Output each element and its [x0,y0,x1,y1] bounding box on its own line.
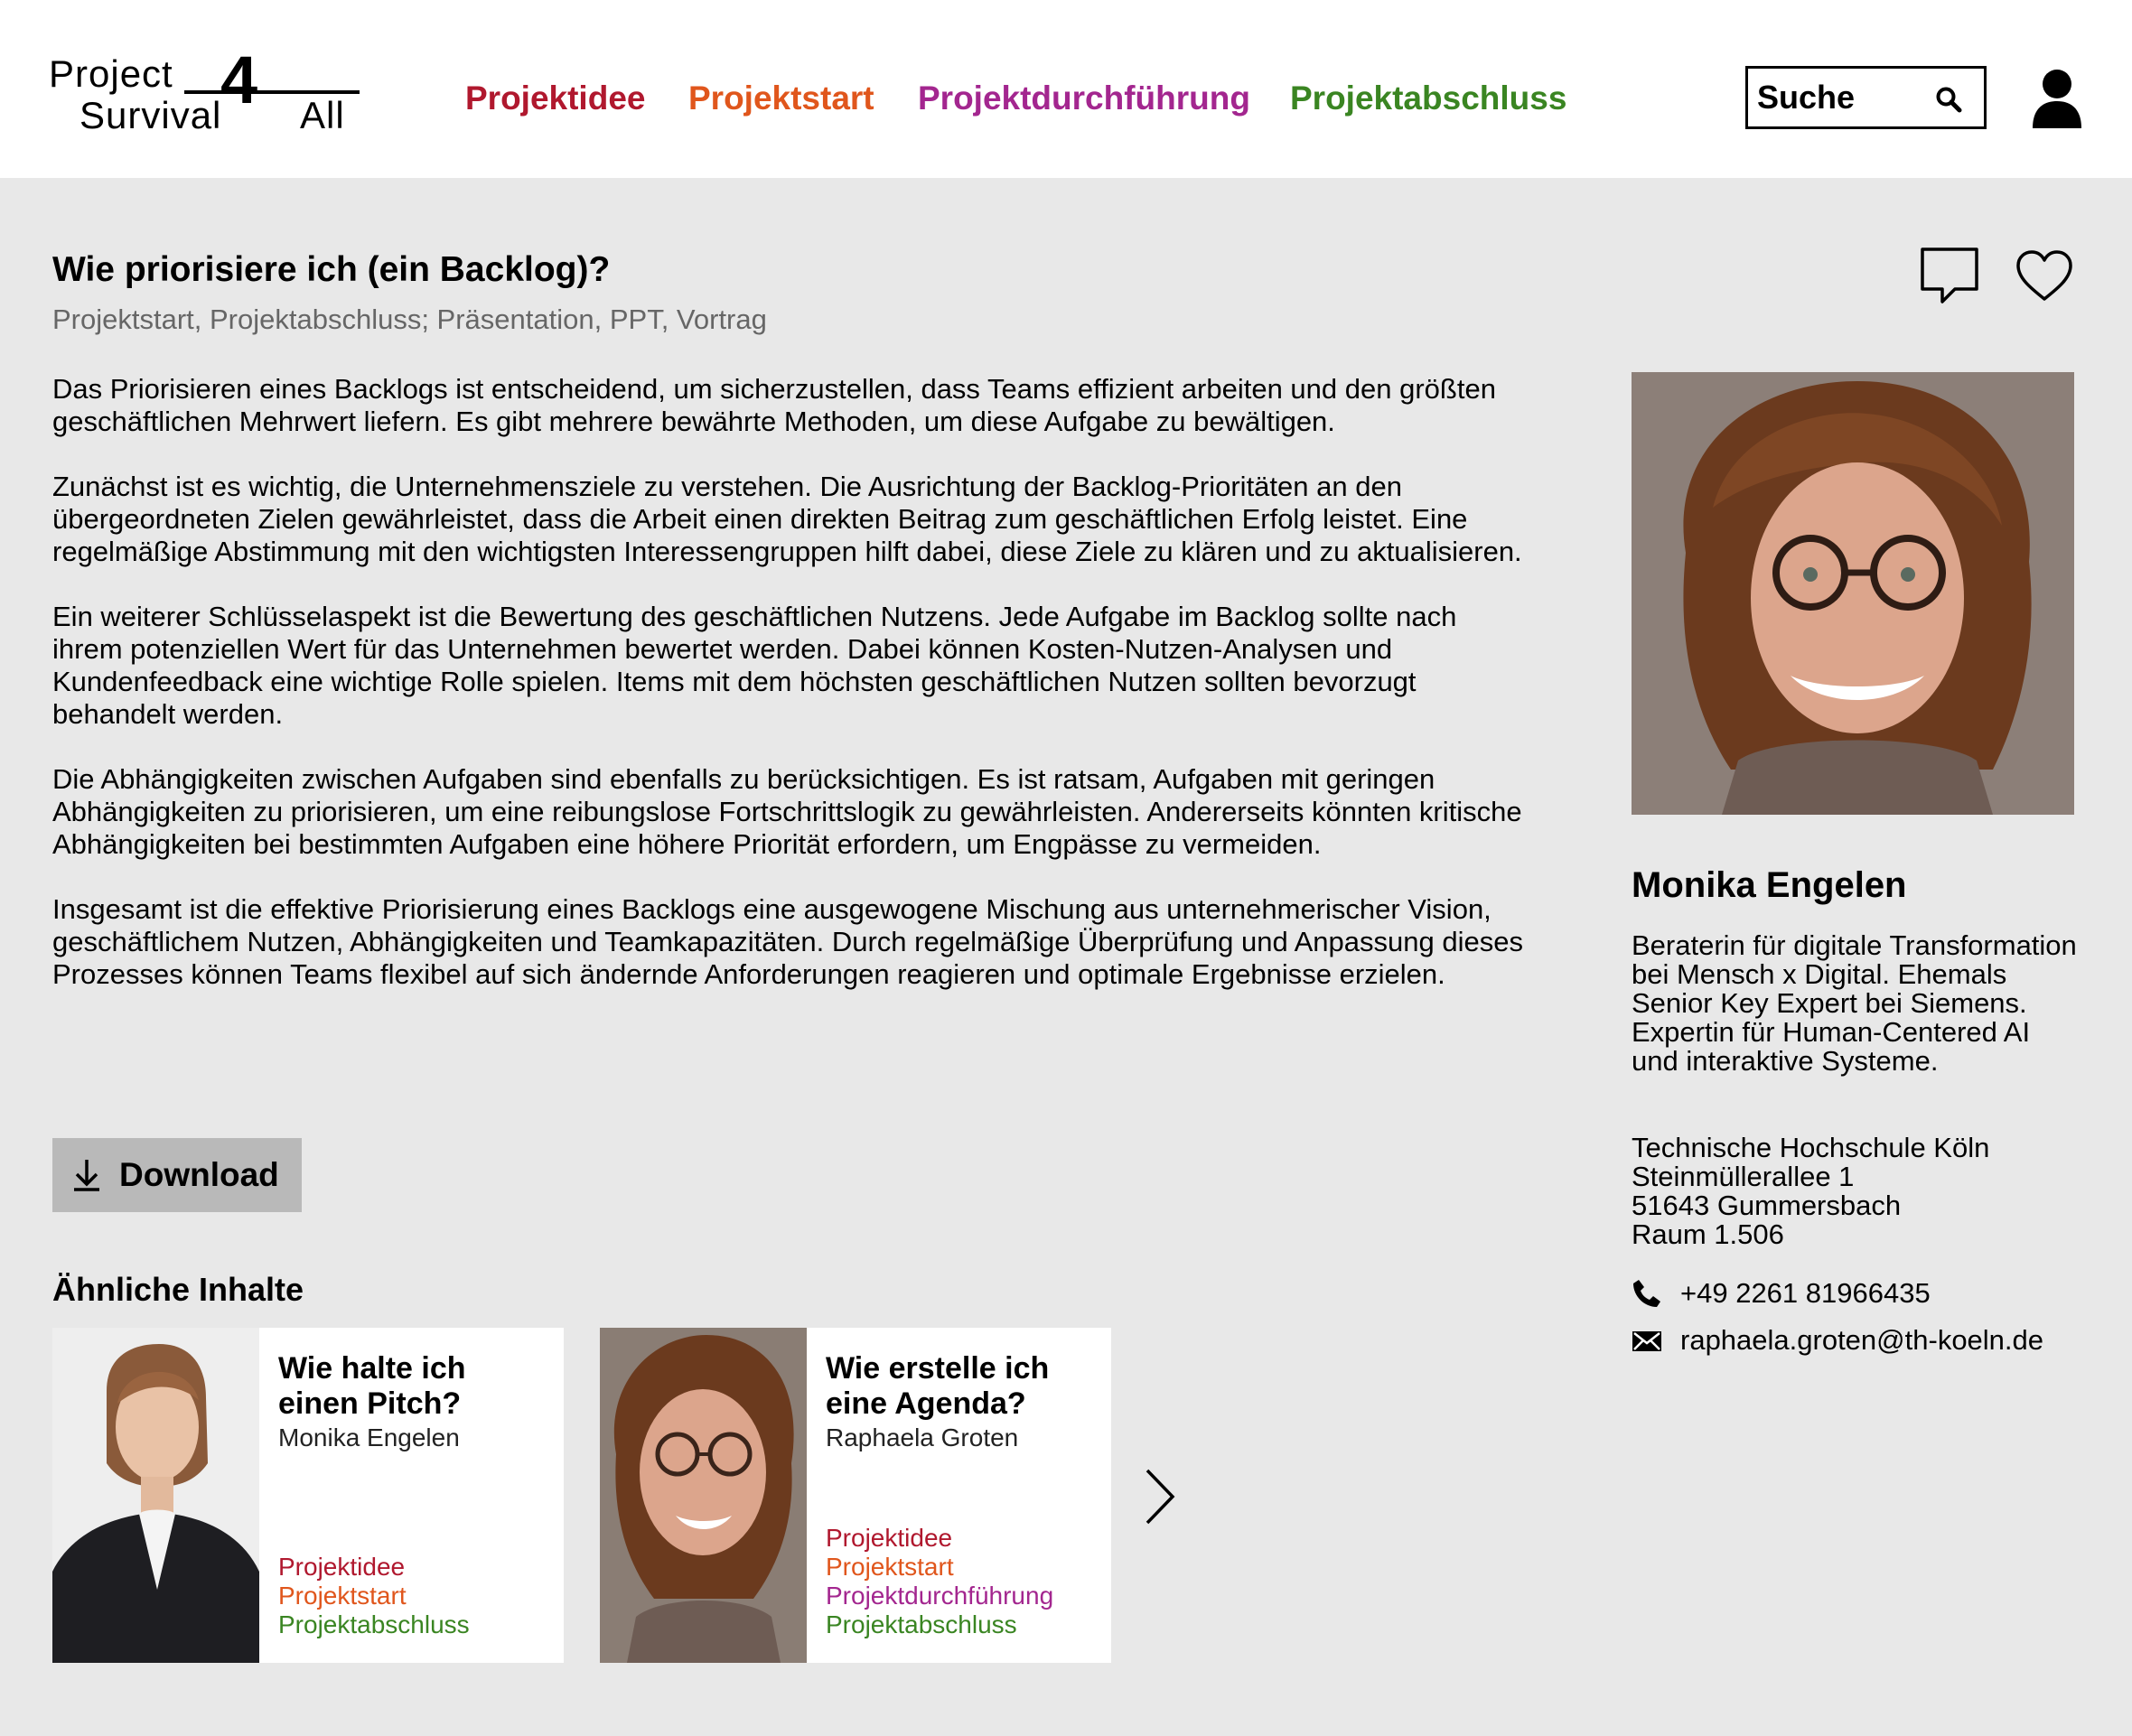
article-title: Wie priorisiere ich (ein Backlog)? [52,250,611,289]
card-title: Wie erstelle ich eine Agenda? [826,1351,1050,1421]
nav-projektabschluss[interactable]: Projektabschluss [1290,79,1566,119]
author-portrait [1632,372,2074,815]
card-tags: Projektidee Projektstart Projektabschlus… [278,1553,470,1639]
search-icon[interactable] [1935,86,1962,113]
card-author-photo [52,1328,259,1663]
author-name: Monika Engelen [1632,865,1907,905]
comment-icon[interactable] [1919,246,1980,307]
download-button[interactable]: Download [52,1138,302,1212]
site-header: Project 4 Survival All Projektidee Proje… [0,0,2132,178]
user-icon[interactable] [2031,69,2083,128]
card-author-photo [600,1328,807,1663]
card-tag-projektstart: Projektstart [278,1582,407,1610]
address-line: Raum 1.506 [1632,1218,1784,1250]
download-label: Download [119,1156,279,1193]
article-paragraph: Die Abhängigkeiten zwischen Aufgaben sin… [52,763,1522,860]
nav-projektstart[interactable]: Projektstart [688,79,874,119]
card-tag-projektabschluss: Projektabschluss [278,1610,470,1638]
author-bio: Beraterin für digitale Transformation be… [1632,929,2077,1077]
search-box [1745,66,1987,129]
logo-text-all: All [300,94,345,134]
card-tag-projektdurchfuehrung: Projektdurchführung [826,1582,1054,1610]
article-body: Das Priorisieren eines Backlogs ist ents… [52,373,1534,1023]
heart-icon[interactable] [2015,248,2074,303]
article-paragraph: Zunächst ist es wichtig, die Unternehmen… [52,471,1522,567]
card-tag-projektstart: Projektstart [826,1553,954,1581]
article-paragraph: Ein weiterer Schlüsselaspekt ist die Bew… [52,601,1457,730]
logo-text-survival: Survival [79,94,221,134]
email-row[interactable]: raphaela.groten@th-koeln.de [1632,1322,2043,1358]
article-paragraph: Das Priorisieren eines Backlogs ist ents… [52,373,1496,437]
similar-card[interactable]: Wie erstelle ich eine Agenda? Raphaela G… [600,1328,1111,1663]
article-paragraph: Insgesamt ist die effektive Priorisierun… [52,893,1523,990]
card-author: Monika Engelen [278,1423,460,1451]
nav-projektdurchfuehrung[interactable]: Projektdurchführung [918,79,1250,119]
card-author: Raphaela Groten [826,1423,1019,1451]
site-logo[interactable]: Project 4 Survival All [49,51,361,134]
card-tag-projektidee: Projektidee [278,1553,406,1581]
email-address[interactable]: raphaela.groten@th-koeln.de [1680,1324,2043,1357]
logo-digit: 4 [220,51,257,117]
logo-text-project: Project [49,52,173,95]
address-line: Steinmüllerallee 1 [1632,1161,1855,1192]
similar-card[interactable]: Wie halte ich einen Pitch? Monika Engele… [52,1328,564,1663]
mail-icon [1632,1331,1661,1351]
chevron-right-icon[interactable] [1142,1467,1178,1526]
download-icon [74,1160,99,1191]
card-tag-projektidee: Projektidee [826,1524,953,1552]
search-input[interactable] [1757,78,1929,117]
address-line: 51643 Gummersbach [1632,1190,1902,1221]
phone-icon [1633,1280,1660,1307]
card-tags: Projektidee Projektstart Projektdurchfüh… [826,1524,1053,1639]
nav-projektidee[interactable]: Projektidee [465,79,645,119]
card-title: Wie halte ich einen Pitch? [278,1351,466,1421]
card-tag-projektabschluss: Projektabschluss [826,1610,1017,1638]
phone-number[interactable]: +49 2261 81966435 [1680,1277,1931,1310]
phone-row[interactable]: +49 2261 81966435 [1632,1275,1931,1311]
author-address: Technische Hochschule Köln Steinmülleral… [1632,1134,1989,1249]
similar-content-heading: Ähnliche Inhalte [52,1271,304,1308]
article-tags: Projektstart, Projektabschluss; Präsenta… [52,303,767,335]
address-line: Technische Hochschule Köln [1632,1132,1990,1163]
